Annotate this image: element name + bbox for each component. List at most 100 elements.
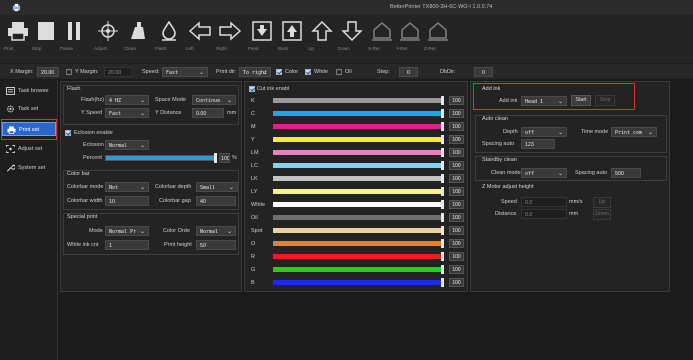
y-distance-input[interactable]: 0.00	[192, 108, 224, 118]
sidebar-item-task-browse[interactable]: Task browse	[2, 84, 56, 98]
sidebar-item-system-set[interactable]: System set	[2, 161, 56, 175]
ink-level-slider[interactable]	[273, 150, 443, 155]
back-button[interactable]: Back	[278, 21, 306, 61]
adjust-button[interactable]: Adjust	[94, 21, 122, 61]
print-dir-select[interactable]: To right ⌄	[239, 67, 271, 77]
x-margin-input[interactable]: 20.00	[37, 67, 59, 77]
percent-slider-handle[interactable]	[214, 153, 217, 163]
ink-slider-handle[interactable]	[441, 278, 444, 287]
pause-button[interactable]: Pause	[60, 21, 88, 61]
ink-level-slider[interactable]	[273, 228, 443, 233]
colorbar-mode-select[interactable]: Not ⌄	[105, 182, 149, 192]
ink-value-input[interactable]: 100	[449, 187, 464, 196]
y-return-button[interactable]: Y-Ret	[396, 21, 424, 61]
ink-value-input[interactable]: 100	[449, 161, 464, 170]
color-checkbox[interactable]	[276, 69, 282, 75]
ink-value-input[interactable]: 100	[449, 278, 464, 287]
flash-button[interactable]: Flash	[155, 21, 183, 61]
z-down-button[interactable]: Down	[593, 209, 611, 220]
sidebar-item-task-set[interactable]: Task set	[2, 102, 56, 116]
ink-level-slider[interactable]	[273, 267, 443, 272]
ink-value-input[interactable]: 100	[449, 96, 464, 105]
ink-slider-handle[interactable]	[441, 200, 444, 209]
flash-hz-select[interactable]: 4 HZ ⌄	[105, 95, 149, 105]
depth-select[interactable]: off ⌄	[521, 127, 567, 137]
right-button[interactable]: Right	[216, 21, 244, 61]
time-mode-select[interactable]: Print com ⌄	[611, 127, 657, 137]
ink-slider-handle[interactable]	[441, 148, 444, 157]
z-speed-input[interactable]: 0.0	[521, 197, 567, 207]
ink-slider-handle[interactable]	[441, 122, 444, 131]
ink-slider-handle[interactable]	[441, 213, 444, 222]
ink-level-slider[interactable]	[273, 241, 443, 246]
ink-level-slider[interactable]	[273, 137, 443, 142]
ink-slider-handle[interactable]	[441, 239, 444, 248]
color-order-select[interactable]: Normal ⌄	[196, 226, 236, 236]
standby-spacing-input[interactable]: 500	[611, 168, 641, 178]
ink-value-input[interactable]: 100	[449, 174, 464, 183]
up-button[interactable]: Up	[308, 21, 336, 61]
ink-level-slider[interactable]	[273, 163, 443, 168]
z-up-button[interactable]: Up	[593, 197, 611, 208]
y-margin-input[interactable]: 20.00	[104, 67, 132, 77]
special-mode-select[interactable]: Normal Pr ⌄	[105, 226, 149, 236]
ink-slider-handle[interactable]	[441, 96, 444, 105]
ink-value-input[interactable]: 100	[449, 265, 464, 274]
ink-slider-handle[interactable]	[441, 187, 444, 196]
eclosion-enable-checkbox[interactable]	[65, 130, 71, 136]
dbdir-stepper[interactable]: 0	[474, 67, 493, 77]
ink-value-input[interactable]: 100	[449, 109, 464, 118]
feed-button[interactable]: Feed	[248, 21, 276, 61]
left-button[interactable]: Left	[186, 21, 214, 61]
oil-checkbox[interactable]	[336, 69, 342, 75]
sidebar-item-adjust-set[interactable]: Adjust set	[2, 142, 56, 156]
ink-slider-handle[interactable]	[441, 109, 444, 118]
ink-level-slider[interactable]	[273, 111, 443, 116]
ink-slider-handle[interactable]	[441, 226, 444, 235]
ink-slider-handle[interactable]	[441, 265, 444, 274]
ink-value-input[interactable]: 100	[449, 148, 464, 157]
auto-clean-spacing-input[interactable]: 123	[521, 139, 555, 149]
x-return-button[interactable]: X-Ret	[368, 21, 396, 61]
ink-level-slider[interactable]	[273, 124, 443, 129]
ink-value-input[interactable]: 100	[449, 213, 464, 222]
clean-mode-select[interactable]: off ⌄	[521, 168, 567, 178]
z-return-button[interactable]: Z-Ret	[424, 21, 452, 61]
speed-select[interactable]: Fast ⌄	[162, 67, 208, 77]
ink-value-input[interactable]: 100	[449, 135, 464, 144]
ink-slider-handle[interactable]	[441, 252, 444, 261]
ink-value-input[interactable]: 100	[449, 239, 464, 248]
eclosion-select[interactable]: Normal ⌄	[105, 140, 149, 150]
colorbar-width-input[interactable]: 10	[105, 196, 149, 206]
ink-slider-handle[interactable]	[441, 161, 444, 170]
cut-ink-checkbox[interactable]	[249, 86, 255, 92]
ink-level-slider[interactable]	[273, 202, 443, 207]
ink-value-input[interactable]: 100	[449, 252, 464, 261]
ink-level-slider[interactable]	[273, 254, 443, 259]
ink-value-input[interactable]: 100	[449, 122, 464, 131]
ink-level-slider[interactable]	[273, 215, 443, 220]
clean-button[interactable]: Clean	[124, 21, 152, 61]
y-margin-checkbox[interactable]	[66, 69, 72, 75]
ink-slider-handle[interactable]	[441, 135, 444, 144]
print-button[interactable]: Print	[4, 21, 32, 61]
percent-input[interactable]: 100	[219, 153, 230, 163]
white-checkbox[interactable]	[305, 69, 311, 75]
ink-level-slider[interactable]	[273, 189, 443, 194]
colorbar-depth-select[interactable]: Small ⌄	[196, 182, 238, 192]
colorbar-gap-input[interactable]: 40	[196, 196, 236, 206]
ink-level-slider[interactable]	[273, 280, 443, 285]
ink-value-input[interactable]: 100	[449, 200, 464, 209]
ink-slider-handle[interactable]	[441, 174, 444, 183]
down-button[interactable]: Down	[338, 21, 366, 61]
ink-value-input[interactable]: 100	[449, 226, 464, 235]
stop-button[interactable]: Stop	[32, 21, 60, 61]
step-stepper[interactable]: 0	[399, 67, 418, 77]
z-distance-input[interactable]: 0.0	[521, 209, 567, 219]
print-height-input[interactable]: 50	[196, 240, 236, 250]
ink-level-slider[interactable]	[273, 98, 443, 103]
space-mode-select[interactable]: Continue ⌄	[192, 95, 236, 105]
percent-slider[interactable]	[105, 155, 215, 161]
white-ink-cnt-input[interactable]: 1	[105, 240, 149, 250]
y-speed-select[interactable]: Fast ⌄	[105, 108, 149, 118]
